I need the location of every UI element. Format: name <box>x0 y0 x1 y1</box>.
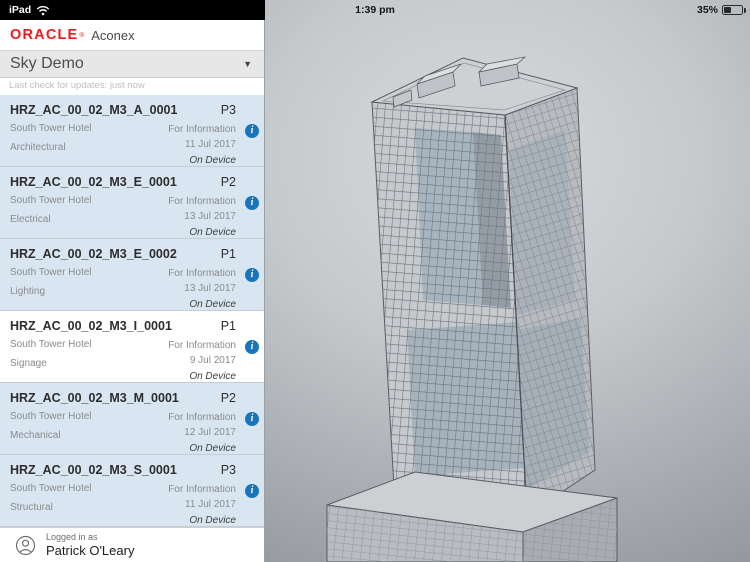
project-name: Sky Demo <box>10 55 84 72</box>
list-item[interactable]: HRZ_AC_00_02_M3_E_0002 South Tower Hotel… <box>0 239 264 311</box>
document-id: HRZ_AC_00_02_M3_I_0001 <box>10 319 172 333</box>
status-right: 35% <box>696 0 746 20</box>
document-revision: P1 <box>220 247 236 261</box>
document-meta: P3 For Information 11 Jul 2017 On Device <box>168 463 236 526</box>
on-device-label: On Device <box>189 227 236 238</box>
sidebar: ORACLE ® Aconex Sky Demo ▼ Last check for… <box>0 0 265 562</box>
document-status: For Information <box>168 484 236 495</box>
document-status: For Information <box>168 268 236 279</box>
info-icon[interactable]: i <box>245 411 259 426</box>
update-status: Last check for updates: just now <box>0 78 264 95</box>
oracle-logo-text: ORACLE <box>10 27 79 43</box>
project-selector[interactable]: Sky Demo ▼ <box>0 50 264 78</box>
document-location: South Tower Hotel <box>10 123 92 134</box>
list-item[interactable]: HRZ_AC_00_02_M3_S_0001 South Tower Hotel… <box>0 455 264 527</box>
document-date: 12 Jul 2017 <box>184 427 236 438</box>
account-info: Logged in as Patrick O'Leary <box>46 532 134 558</box>
info-icon[interactable]: i <box>245 267 259 282</box>
document-date: 13 Jul 2017 <box>184 211 236 222</box>
device-label: iPad <box>9 4 32 16</box>
product-name: Aconex <box>91 27 135 43</box>
document-id: HRZ_AC_00_02_M3_A_0001 <box>10 103 178 117</box>
info-icon[interactable]: i <box>245 123 259 138</box>
document-info: HRZ_AC_00_02_M3_S_0001 South Tower Hotel… <box>10 463 177 526</box>
battery-icon <box>722 5 746 15</box>
battery-nub <box>743 8 746 13</box>
document-location: South Tower Hotel <box>10 411 92 422</box>
app-logo: ORACLE ® Aconex <box>0 20 264 50</box>
document-discipline: Electrical <box>10 214 51 225</box>
status-bar: iPad 1:39 pm 35% <box>0 0 750 20</box>
account-footer[interactable]: Logged in as Patrick O'Leary <box>0 527 264 562</box>
document-revision: P3 <box>220 103 236 117</box>
document-info: HRZ_AC_00_02_M3_M_0001 South Tower Hotel… <box>10 391 179 454</box>
app-screen: iPad 1:39 pm 35% ORACLE ® Aconex Sky Dem… <box>0 0 750 562</box>
document-location: South Tower Hotel <box>10 339 92 350</box>
info-icon[interactable]: i <box>245 339 259 354</box>
registered-mark: ® <box>79 31 85 39</box>
document-revision: P2 <box>220 391 236 405</box>
list-item[interactable]: HRZ_AC_00_02_M3_E_0001 South Tower Hotel… <box>0 167 264 239</box>
document-info: HRZ_AC_00_02_M3_E_0002 South Tower Hotel… <box>10 247 177 310</box>
document-discipline: Structural <box>10 502 53 513</box>
user-name: Patrick O'Leary <box>46 543 135 558</box>
document-revision: P2 <box>220 175 236 189</box>
battery-fill <box>724 7 731 13</box>
document-id: HRZ_AC_00_02_M3_M_0001 <box>10 391 179 405</box>
list-item[interactable]: HRZ_AC_00_02_M3_M_0001 South Tower Hotel… <box>0 383 264 455</box>
list-item-selected[interactable]: HRZ_AC_00_02_M3_I_0001 South Tower Hotel… <box>0 311 264 383</box>
document-discipline: Architectural <box>10 142 66 153</box>
document-meta: P2 For Information 13 Jul 2017 On Device <box>168 175 236 238</box>
document-date: 13 Jul 2017 <box>184 283 236 294</box>
document-date: 11 Jul 2017 <box>185 499 236 510</box>
on-device-label: On Device <box>189 515 236 526</box>
document-location: South Tower Hotel <box>10 483 92 494</box>
battery-percent: 35% <box>696 4 718 16</box>
info-icon[interactable]: i <box>245 195 259 210</box>
document-discipline: Signage <box>10 358 47 369</box>
document-meta: P3 For Information 11 Jul 2017 On Device <box>168 103 236 166</box>
document-info: HRZ_AC_00_02_M3_I_0001 South Tower Hotel… <box>10 319 172 382</box>
document-meta: P1 For Information 9 Jul 2017 On Device <box>168 319 236 382</box>
document-id: HRZ_AC_00_02_M3_E_0001 <box>10 175 177 189</box>
wifi-icon <box>36 5 50 15</box>
status-left: iPad <box>0 0 265 20</box>
document-revision: P3 <box>220 463 236 477</box>
document-id: HRZ_AC_00_02_M3_E_0002 <box>10 247 177 261</box>
info-icon[interactable]: i <box>245 483 259 498</box>
logged-in-label: Logged in as <box>46 532 98 542</box>
person-icon <box>15 535 36 555</box>
on-device-label: On Device <box>189 299 236 310</box>
document-location: South Tower Hotel <box>10 267 92 278</box>
on-device-label: On Device <box>189 155 236 166</box>
document-date: 11 Jul 2017 <box>185 139 236 150</box>
chevron-down-icon: ▼ <box>243 59 252 69</box>
document-date: 9 Jul 2017 <box>189 355 236 366</box>
on-device-label: On Device <box>189 443 236 454</box>
document-status: For Information <box>168 340 236 351</box>
document-meta: P1 For Information 13 Jul 2017 On Device <box>168 247 236 310</box>
document-status: For Information <box>168 124 236 135</box>
document-revision: P1 <box>220 319 236 333</box>
document-info: HRZ_AC_00_02_M3_E_0001 South Tower Hotel… <box>10 175 177 238</box>
document-info: HRZ_AC_00_02_M3_A_0001 South Tower Hotel… <box>10 103 178 166</box>
document-status: For Information <box>168 412 236 423</box>
document-location: South Tower Hotel <box>10 195 92 206</box>
on-device-label: On Device <box>189 371 236 382</box>
document-discipline: Lighting <box>10 286 46 297</box>
document-id: HRZ_AC_00_02_M3_S_0001 <box>10 463 177 477</box>
document-status: For Information <box>168 196 236 207</box>
model-viewport[interactable] <box>265 0 750 562</box>
document-list: HRZ_AC_00_02_M3_A_0001 South Tower Hotel… <box>0 95 264 527</box>
bim-model <box>326 56 618 562</box>
document-discipline: Mechanical <box>10 430 61 441</box>
list-item[interactable]: HRZ_AC_00_02_M3_A_0001 South Tower Hotel… <box>0 95 264 167</box>
document-meta: P2 For Information 12 Jul 2017 On Device <box>168 391 236 454</box>
